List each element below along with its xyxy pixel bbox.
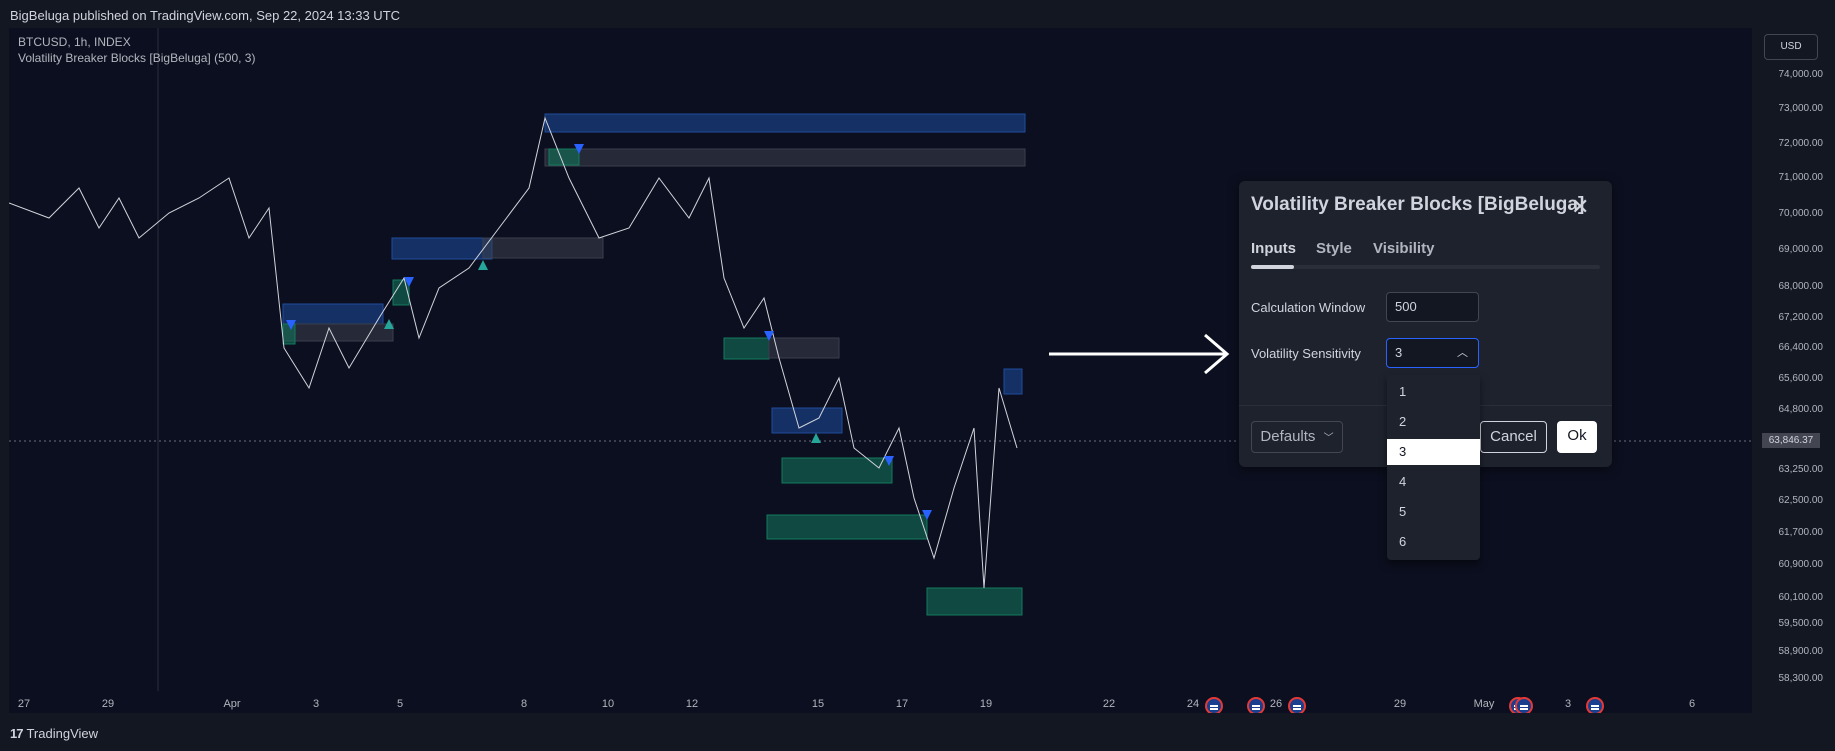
dropdown-option[interactable]: 4 <box>1387 469 1480 495</box>
bottom-bar: 17 TradingView <box>0 713 1835 751</box>
breaker-block <box>282 323 394 342</box>
breaker-block <box>768 337 840 359</box>
time-label: 5 <box>396 698 404 710</box>
time-label: 12 <box>685 698 699 710</box>
signal-marker <box>811 433 821 443</box>
dropdown-option-selected[interactable]: 3 <box>1387 439 1480 465</box>
price-label: 72,000.00 <box>1778 138 1824 149</box>
price-label: 64,800.00 <box>1778 404 1824 415</box>
price-label: 58,300.00 <box>1778 673 1824 684</box>
dropdown-option[interactable]: 5 <box>1387 499 1480 525</box>
time-label: 29 <box>101 698 115 710</box>
price-label: 60,100.00 <box>1778 592 1824 603</box>
breaker-block <box>926 587 1023 616</box>
time-label: Apr <box>223 698 241 710</box>
ok-button[interactable]: Ok <box>1557 421 1597 453</box>
breaker-blocks <box>282 113 1026 616</box>
time-label: 17 <box>895 698 909 710</box>
calculation-window-label: Calculation Window <box>1251 300 1366 315</box>
chevron-down-icon: ﹀ <box>1323 433 1334 444</box>
sensitivity-dropdown: 1 2 3 4 5 6 <box>1387 375 1480 560</box>
price-label: 63,250.00 <box>1778 464 1824 475</box>
cancel-button[interactable]: Cancel <box>1480 421 1547 453</box>
price-label: 65,600.00 <box>1778 373 1824 384</box>
price-label: 68,000.00 <box>1778 281 1824 292</box>
brand-name: TradingView <box>26 726 99 741</box>
tab-inputs[interactable]: Inputs <box>1251 240 1296 257</box>
price-label: 61,700.00 <box>1778 527 1824 538</box>
price-label: 59,500.00 <box>1778 618 1824 629</box>
arrow-right-icon <box>1049 333 1230 375</box>
legend-indicator[interactable]: Volatility Breaker Blocks [BigBeluga] (5… <box>18 51 255 65</box>
signal-marker <box>478 260 488 270</box>
price-label: 74,000.00 <box>1778 69 1824 80</box>
price-label: 69,000.00 <box>1778 244 1824 255</box>
tab-visibility[interactable]: Visibility <box>1373 240 1434 257</box>
top-bar: BigBeluga published on TradingView.com, … <box>0 0 1835 28</box>
breaker-block <box>391 237 493 260</box>
price-label: 73,000.00 <box>1778 103 1824 114</box>
breaker-block <box>282 323 296 345</box>
legend-symbol[interactable]: BTCUSD, 1h, INDEX <box>18 35 131 49</box>
current-price-tag: 63,846.37 <box>1762 433 1820 448</box>
breaker-block <box>482 237 604 259</box>
price-label: 71,000.00 <box>1778 172 1824 183</box>
currency-button[interactable]: USD <box>1764 34 1818 60</box>
time-label: 15 <box>811 698 825 710</box>
close-icon[interactable]: ✕ <box>1571 194 1589 220</box>
chevron-up-icon: ︿ <box>1457 347 1468 359</box>
breaker-block <box>544 148 1026 167</box>
price-label: 67,200.00 <box>1778 312 1824 323</box>
time-label: 10 <box>601 698 615 710</box>
price-label: 60,900.00 <box>1778 559 1824 570</box>
dialog-title: Volatility Breaker Blocks [BigBeluga] <box>1251 194 1585 215</box>
breaker-block <box>766 514 928 540</box>
time-label: 24 <box>1186 698 1200 710</box>
breaker-block <box>771 407 843 434</box>
dropdown-option[interactable]: 2 <box>1387 409 1480 435</box>
time-label: 29 <box>1393 698 1407 710</box>
select-value: 3 <box>1395 345 1403 360</box>
time-label: 26 <box>1269 698 1283 710</box>
publish-info: BigBeluga published on TradingView.com, … <box>10 8 401 23</box>
breaker-block <box>1003 368 1023 395</box>
time-label: 27 <box>17 698 31 710</box>
breaker-block <box>548 148 580 166</box>
tradingview-logo[interactable]: 17 TradingView <box>10 726 98 741</box>
defaults-label: Defaults <box>1260 428 1316 445</box>
time-label: 6 <box>1688 698 1696 710</box>
time-label: May <box>1473 698 1495 710</box>
volatility-sensitivity-label: Volatility Sensitivity <box>1251 346 1361 361</box>
time-label: 19 <box>979 698 993 710</box>
time-label: 3 <box>1564 698 1572 710</box>
time-label: 22 <box>1102 698 1116 710</box>
breaker-block <box>544 113 1026 133</box>
tradingview-logo-icon: 17 <box>10 726 24 741</box>
time-label: 8 <box>520 698 528 710</box>
price-label: 58,900.00 <box>1778 646 1824 657</box>
time-label: 3 <box>312 698 320 710</box>
price-label: 62,500.00 <box>1778 495 1824 506</box>
breaker-block <box>723 337 770 360</box>
breaker-block <box>781 457 893 484</box>
price-axis[interactable]: USD 74,000.00 73,000.00 72,000.00 71,000.00… <box>1752 28 1835 713</box>
dropdown-option[interactable]: 6 <box>1387 529 1480 555</box>
defaults-button[interactable]: Defaults ﹀ <box>1251 421 1343 453</box>
tab-underline <box>1251 265 1600 269</box>
breaker-block <box>282 303 384 325</box>
calculation-window-input[interactable]: 500 <box>1386 292 1479 322</box>
volatility-sensitivity-select[interactable]: 3 ︿ <box>1386 338 1479 368</box>
price-label: 66,400.00 <box>1778 342 1824 353</box>
tab-style[interactable]: Style <box>1316 240 1352 257</box>
price-label: 70,000.00 <box>1778 208 1824 219</box>
dropdown-option[interactable]: 1 <box>1387 379 1480 405</box>
